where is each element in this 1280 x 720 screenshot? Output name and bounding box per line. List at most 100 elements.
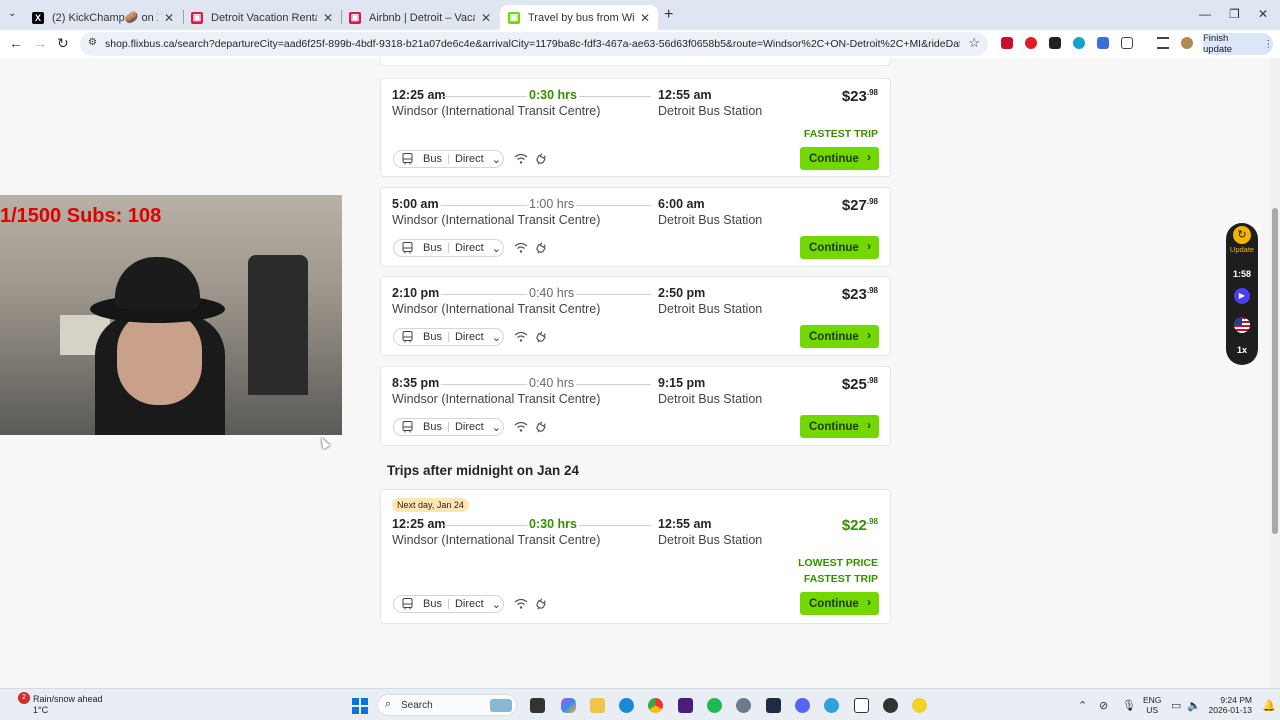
tab-airbnb[interactable]: ▣ Airbnb | Detroit – Vacation Rent ✕ — [341, 5, 499, 30]
arrival-station: Detroit Bus Station — [658, 302, 763, 316]
spotify-icon[interactable] — [707, 698, 722, 713]
continue-button[interactable]: Continue › — [800, 236, 879, 259]
cowboy-hat-crown — [115, 257, 200, 309]
tray-overflow-chevron-icon[interactable]: ⌃ — [1078, 699, 1087, 712]
arrival-time: 12:55 am — [658, 88, 712, 102]
file-explorer-icon[interactable] — [590, 698, 605, 713]
address-bar[interactable]: ⚙ shop.flixbus.ca/search?departureCity=a… — [80, 32, 988, 56]
extension-sound-icon[interactable] — [1097, 37, 1109, 49]
refresh-icon[interactable]: ↻ — [1233, 226, 1251, 244]
discord-icon[interactable] — [795, 698, 810, 713]
extension-red-icon[interactable] — [1001, 37, 1013, 49]
chevron-right-icon: › — [867, 330, 871, 342]
continue-button[interactable]: Continue › — [800, 147, 879, 170]
url-text[interactable]: shop.flixbus.ca/search?departureCity=aad… — [105, 38, 960, 50]
task-view-icon[interactable] — [530, 698, 545, 713]
scrollbar-thumb[interactable] — [1272, 208, 1278, 534]
lowest-price-badge: LOWEST PRICE — [798, 557, 878, 569]
settings-gear-icon[interactable] — [736, 698, 751, 713]
close-icon[interactable]: ✕ — [323, 11, 333, 25]
price-cents: .98 — [866, 517, 878, 526]
display-icon[interactable]: ▭ — [1171, 699, 1181, 712]
profile-avatar[interactable] — [1181, 37, 1193, 49]
extension-opera-icon[interactable] — [1025, 37, 1037, 49]
finish-update-button[interactable]: Finish update ⋮ — [1203, 33, 1273, 55]
play-icon[interactable]: ▶ — [1234, 288, 1250, 304]
tab-flixbus[interactable]: ▣ Travel by bus from Windsor, ON ✕ — [500, 5, 658, 30]
price-main: $25 — [841, 376, 867, 393]
transport-mode: Bus — [423, 331, 442, 343]
continue-label: Continue — [809, 420, 859, 433]
continue-button[interactable]: Continue › — [800, 415, 879, 438]
close-icon[interactable]: ✕ — [164, 11, 174, 25]
telegram-icon[interactable] — [824, 698, 839, 713]
price: $23.98 — [842, 88, 878, 105]
price: $22.98 — [842, 517, 878, 534]
chevron-right-icon: › — [867, 152, 871, 164]
floating-player-widget: ↻ Update 1:58 ▶ 1x — [1226, 223, 1258, 365]
tab-search-chevron-icon[interactable]: ⌄ — [8, 8, 16, 19]
minimize-icon[interactable]: — — [1199, 7, 1211, 21]
price-main: $23 — [841, 286, 867, 303]
weather-widget[interactable]: Rain/snow ahead 1°C — [20, 694, 103, 716]
transport-details-toggle[interactable]: Bus Direct ⌄ — [393, 595, 504, 613]
continue-button[interactable]: Continue › — [800, 325, 879, 348]
clock-time: 9:24 PM — [1220, 695, 1252, 705]
trip-duration: 0:30 hrs — [527, 88, 579, 102]
transport-details-toggle[interactable]: Bus Direct ⌄ — [393, 328, 504, 346]
close-icon[interactable]: ✕ — [481, 11, 491, 25]
volume-icon[interactable]: 🔈 — [1187, 699, 1201, 712]
new-tab-icon[interactable]: + — [664, 6, 673, 24]
language-indicator[interactable]: ENG US — [1143, 695, 1161, 715]
transport-details-toggle[interactable]: Bus Direct ⌄ — [393, 239, 504, 257]
departure-time: 2:10 pm — [392, 286, 440, 300]
snipping-tool-icon[interactable] — [854, 698, 869, 713]
us-flag-icon[interactable] — [1234, 317, 1250, 333]
window-close-icon[interactable]: ✕ — [1258, 7, 1268, 21]
bookmark-star-icon[interactable]: ☆ — [968, 35, 980, 51]
edge-icon[interactable] — [619, 698, 634, 713]
site-info-icon[interactable]: ⚙ — [88, 37, 97, 48]
network-off-icon[interactable]: ⊘ — [1099, 699, 1108, 712]
page-scrollbar[interactable] — [1270, 58, 1280, 688]
power-plug-icon — [536, 598, 546, 610]
arrival-station: Detroit Bus Station — [658, 213, 763, 227]
vrbo-icon: ▣ — [191, 11, 203, 24]
system-clock[interactable]: 9:24 PM 2026-01-13 — [1206, 695, 1252, 715]
reload-icon[interactable]: ↻ — [57, 35, 69, 52]
close-icon[interactable]: ✕ — [640, 11, 650, 25]
windows-start-icon[interactable] — [352, 698, 368, 714]
widget-update-label[interactable]: Update — [1226, 245, 1258, 254]
transport-details-toggle[interactable]: Bus Direct ⌄ — [393, 418, 504, 436]
app-dark-icon[interactable] — [766, 698, 781, 713]
nixt-app-icon[interactable] — [678, 698, 693, 713]
continue-button[interactable]: Continue › — [800, 592, 879, 615]
extensions-puzzle-icon[interactable] — [1121, 37, 1133, 49]
trip-duration: 1:00 hrs — [527, 197, 577, 211]
tab-kickchamp[interactable]: X (2) KickChamp🥔 on X: "Fans a ✕ — [24, 5, 182, 30]
power-plug-icon — [536, 153, 546, 165]
taskbar-search[interactable]: ⌕ Search — [377, 694, 517, 716]
forward-icon[interactable]: → — [33, 35, 47, 51]
obs-icon[interactable] — [883, 698, 898, 713]
reading-list-icon[interactable] — [1157, 37, 1169, 49]
extension-blue-icon[interactable] — [1073, 37, 1085, 49]
price-cents: .98 — [866, 376, 878, 385]
extension-frame-icon[interactable] — [1049, 37, 1061, 49]
price-cents: .98 — [866, 286, 878, 295]
chrome-icon[interactable] — [648, 698, 663, 713]
microphone-icon[interactable]: 🎙 — [1122, 699, 1136, 712]
trip-card: 12:25 am 0:30 hrs 12:55 am Windsor (Inte… — [380, 78, 891, 177]
arrival-station: Detroit Bus Station — [658, 533, 763, 547]
app-yellow-icon[interactable] — [912, 698, 927, 713]
transport-details-toggle[interactable]: Bus Direct ⌄ — [393, 150, 504, 168]
back-icon[interactable]: ← — [9, 35, 23, 51]
playback-speed[interactable]: 1x — [1226, 345, 1258, 355]
chevron-down-icon: ⌄ — [491, 331, 501, 344]
tab-detroit-vacation-rentals[interactable]: ▣ Detroit Vacation Rentals & Hom ✕ — [183, 5, 341, 30]
wifi-icon — [514, 242, 528, 253]
maximize-icon[interactable]: ❐ — [1229, 7, 1240, 21]
copilot-icon[interactable] — [561, 698, 576, 713]
notification-bell-icon[interactable]: 🔔 — [1262, 699, 1276, 712]
more-menu-icon[interactable]: ⋮ — [1264, 39, 1274, 50]
